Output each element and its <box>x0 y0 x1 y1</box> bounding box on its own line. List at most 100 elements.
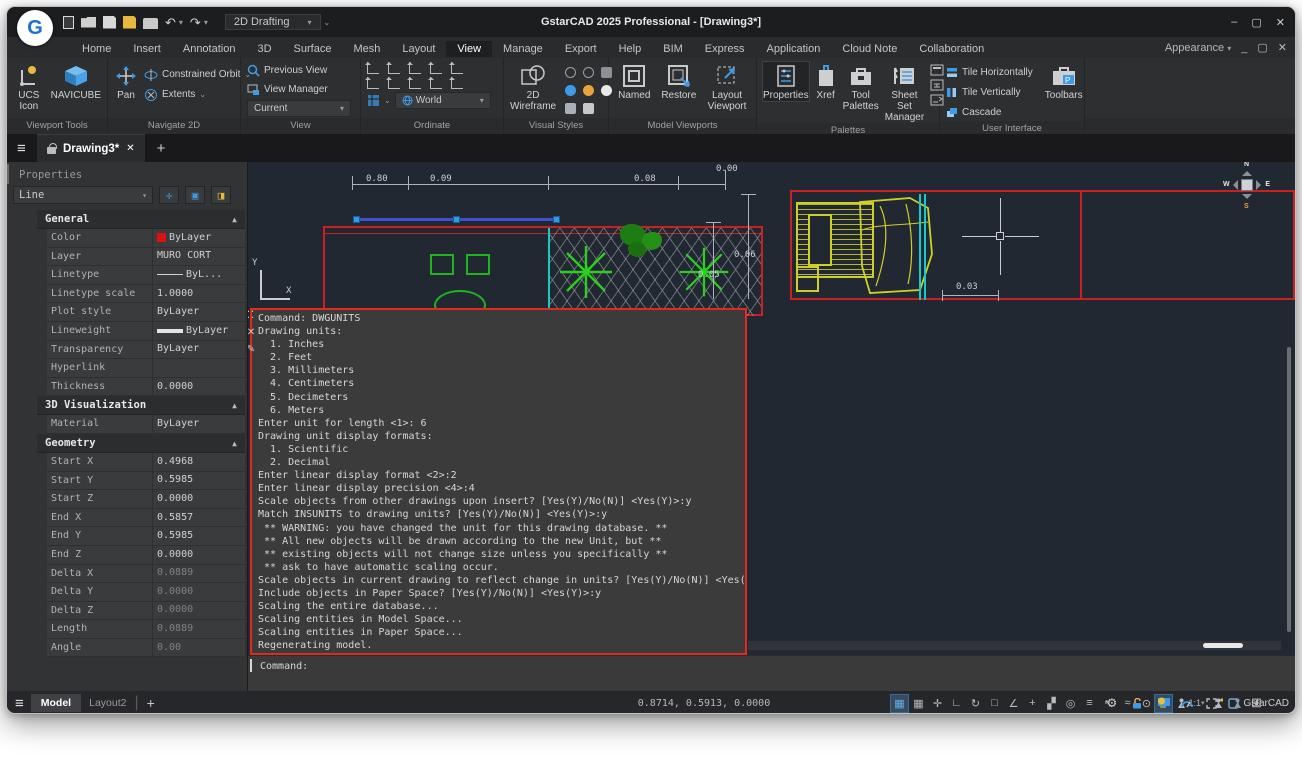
view-manager-button[interactable]: View Manager <box>247 81 328 98</box>
object-snap-icon[interactable]: □ <box>986 695 1003 712</box>
constrained-orbit-button[interactable]: Constrained Orbit⌄ <box>144 66 251 83</box>
property-value[interactable]: 0.0000 <box>153 378 245 396</box>
status-menu-icon[interactable]: ≡ <box>15 695 23 712</box>
window-glass-entity[interactable] <box>924 194 926 300</box>
select-objects-button[interactable]: ▣ <box>185 186 205 204</box>
named-viewports-button[interactable]: Named <box>615 62 654 101</box>
tab-annotation[interactable]: Annotation <box>172 41 247 57</box>
clean-screen-icon[interactable] <box>1203 695 1220 712</box>
tab-collaboration[interactable]: Collaboration <box>908 41 995 57</box>
tab-bim[interactable]: BIM <box>652 41 694 57</box>
previous-view-button[interactable]: Previous View <box>247 62 327 79</box>
property-value[interactable]: ByLayer <box>153 341 245 359</box>
toggle-pickadd-button[interactable]: ◨ <box>211 186 231 204</box>
xref-button[interactable]: Xref <box>815 62 837 101</box>
ucs-3point-icon[interactable] <box>451 77 463 89</box>
new-document-tab-button[interactable]: + <box>157 140 166 157</box>
collapse-icon[interactable]: ▲ <box>232 434 237 453</box>
command-window-grab-bar[interactable]: ⁚⁚ ✕ ✎ <box>248 310 258 355</box>
ucs-zoom-icon[interactable] <box>388 77 400 89</box>
appearance-menu[interactable]: Appearance ▾ <box>1165 42 1231 54</box>
drag-dots-icon[interactable]: ⁚⁚ <box>248 310 255 321</box>
horizontal-scrollbar[interactable] <box>748 641 1281 650</box>
tab-mesh[interactable]: Mesh <box>342 41 391 57</box>
view-compass[interactable]: N W E S <box>1230 168 1264 202</box>
lock-ui-icon[interactable] <box>1128 695 1145 712</box>
restore-button[interactable]: ▢ <box>1251 16 1261 29</box>
print-icon[interactable] <box>143 18 158 29</box>
tab-manage[interactable]: Manage <box>492 41 554 57</box>
model-tab[interactable]: Model <box>31 694 81 712</box>
undo-dropdown-icon[interactable]: ▾ <box>179 18 183 27</box>
save-as-icon[interactable] <box>123 16 136 29</box>
chair-entity[interactable] <box>430 254 454 275</box>
property-value[interactable]: 0.5985 <box>153 527 245 545</box>
tab-cloud-note[interactable]: Cloud Note <box>831 41 908 57</box>
nightstand-entity[interactable] <box>796 266 819 292</box>
vertical-scrollbar-thumb[interactable] <box>1287 347 1291 632</box>
bed-blanket-entity[interactable] <box>848 196 940 296</box>
property-value[interactable]: 0.5857 <box>153 509 245 527</box>
window-glass-entity[interactable] <box>919 194 921 300</box>
tab-application[interactable]: Application <box>756 41 832 57</box>
tab-layout[interactable]: Layout <box>391 41 446 57</box>
polar-tracking-icon[interactable]: ↻ <box>967 695 984 712</box>
performance-gauge-icon[interactable] <box>1178 695 1195 712</box>
grip-handle[interactable] <box>353 216 360 223</box>
shrub-entity[interactable] <box>628 242 646 257</box>
ucs-dropdown[interactable]: World ▾ <box>395 92 491 109</box>
command-prompt[interactable]: Command: <box>250 659 308 672</box>
property-value[interactable]: ByLayer <box>153 415 245 433</box>
ortho-icon[interactable]: ∟ <box>948 695 965 712</box>
property-value[interactable]: 0.0889 <box>153 620 245 638</box>
collapse-icon[interactable]: ▲ <box>232 396 237 415</box>
collapse-icon[interactable]: ▲ <box>232 210 237 229</box>
tab-surface[interactable]: Surface <box>283 41 343 57</box>
chair-entity[interactable] <box>466 254 490 275</box>
hardware-acceleration-bulb-icon[interactable] <box>1153 695 1170 712</box>
property-value[interactable]: 1.0000 <box>153 285 245 303</box>
qat-customize-icon[interactable]: ⌄ <box>324 18 331 27</box>
toolbars-button[interactable]: P Toolbars <box>1045 62 1083 101</box>
osnap-tracking-icon[interactable]: + <box>1024 695 1041 712</box>
ucs-object-icon[interactable] <box>451 62 463 74</box>
restore-doc-button[interactable]: ▢ <box>1257 41 1267 54</box>
minimize-doc-button[interactable]: _ <box>1241 42 1247 54</box>
orange-sphere-icon[interactable] <box>583 85 594 96</box>
ucs-view-icon[interactable] <box>430 77 442 89</box>
property-value[interactable]: ByLayer <box>153 322 245 340</box>
save-icon[interactable] <box>103 16 116 29</box>
quick-select-button[interactable]: ✛ <box>159 186 179 204</box>
wireframe-sphere-icon[interactable] <box>565 67 576 78</box>
minimize-button[interactable]: – <box>1231 16 1237 28</box>
tab-help[interactable]: Help <box>608 41 653 57</box>
property-value[interactable]: ByLayer <box>153 303 245 321</box>
grip-handle[interactable] <box>453 216 460 223</box>
realistic-cube-icon[interactable] <box>583 103 594 114</box>
plant-entity[interactable] <box>556 242 616 302</box>
grid-dots-icon[interactable]: ▞ <box>1043 695 1060 712</box>
hidden-sphere-icon[interactable] <box>583 67 594 78</box>
grip-handle[interactable] <box>553 216 560 223</box>
ucs-x-icon[interactable] <box>367 77 379 89</box>
property-value[interactable]: ByLayer <box>153 229 245 247</box>
angle-snap-icon[interactable]: ∠ <box>1005 695 1022 712</box>
tab-export[interactable]: Export <box>554 41 608 57</box>
undo-icon[interactable]: ↶ <box>165 16 176 29</box>
cascade-button[interactable]: Cascade <box>946 104 1033 121</box>
property-value[interactable]: 0.0889 <box>153 565 245 583</box>
close-doc-button[interactable]: ✕ <box>1278 41 1287 54</box>
property-value[interactable]: MURO CORT <box>153 248 245 266</box>
property-value[interactable]: 0.00 <box>153 639 245 657</box>
pan-button[interactable]: Pan <box>114 62 138 101</box>
tab-3d[interactable]: 3D <box>246 41 282 57</box>
property-value[interactable]: 0.0000 <box>153 490 245 508</box>
tile-horizontally-button[interactable]: Tile Horizontally <box>946 64 1033 81</box>
shaded-cube-icon[interactable] <box>565 103 576 114</box>
tab-home[interactable]: Home <box>71 41 122 57</box>
close-command-window-icon[interactable]: ✕ <box>248 327 255 338</box>
ucs-z-icon[interactable] <box>409 77 421 89</box>
section-3d-visualization[interactable]: 3D Visualization▲ <box>37 396 245 415</box>
tab-insert[interactable]: Insert <box>122 41 172 57</box>
tile-vertically-button[interactable]: Tile Vertically <box>946 84 1033 101</box>
